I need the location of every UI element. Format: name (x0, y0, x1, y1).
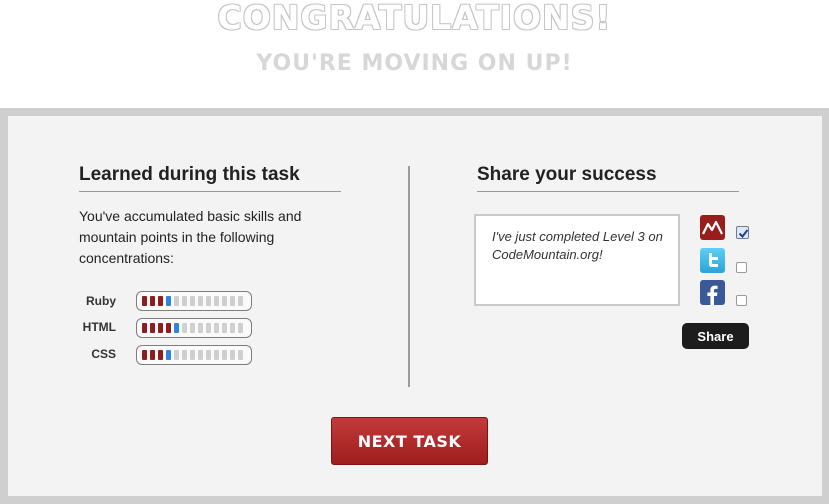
progress-segment (166, 350, 171, 360)
progress-segment (206, 296, 211, 306)
progress-segment (238, 350, 243, 360)
progress-segment (174, 350, 179, 360)
codemountain-checkbox[interactable] (736, 226, 749, 239)
progress-segment (150, 296, 155, 306)
progress-segment (142, 350, 147, 360)
skill-label-ruby: Ruby (86, 294, 116, 308)
progress-segment (214, 296, 219, 306)
skill-label-html: HTML (82, 320, 116, 334)
progress-segment (198, 350, 203, 360)
progress-segment (158, 296, 163, 306)
twitter-checkbox[interactable] (736, 262, 747, 273)
progress-segment (198, 323, 203, 333)
learned-heading: Learned during this task (79, 164, 300, 185)
share-message-box[interactable]: I've just completed Level 3 on CodeMount… (474, 214, 680, 306)
facebook-icon[interactable] (700, 280, 725, 305)
progress-segment (158, 350, 163, 360)
skill-meter-ruby (136, 291, 252, 311)
learned-heading-rule (79, 191, 341, 192)
progress-segment (198, 296, 203, 306)
progress-segment (166, 296, 171, 306)
progress-segment (150, 350, 155, 360)
progress-segment (230, 323, 235, 333)
skill-label-css: CSS (91, 347, 116, 361)
progress-segment (190, 296, 195, 306)
share-button[interactable]: Share (682, 323, 749, 349)
progress-segment (238, 323, 243, 333)
progress-segment (166, 323, 171, 333)
progress-segment (182, 296, 187, 306)
progress-segment (222, 323, 227, 333)
facebook-checkbox[interactable] (736, 295, 747, 306)
next-task-button[interactable]: NEXT TASK (331, 417, 488, 465)
progress-segment (206, 350, 211, 360)
twitter-icon[interactable] (700, 248, 725, 273)
progress-segment (158, 323, 163, 333)
progress-segment (214, 323, 219, 333)
progress-segment (222, 350, 227, 360)
progress-segment (190, 323, 195, 333)
hero-header: CONGRATULATIONS! YOU'RE MOVING ON UP! (0, 0, 829, 108)
column-divider (408, 166, 410, 387)
result-frame: Learned during this task You've accumula… (0, 108, 829, 504)
progress-segment (222, 296, 227, 306)
progress-segment (230, 350, 235, 360)
progress-segment (174, 296, 179, 306)
progress-segment (142, 323, 147, 333)
codemountain-icon[interactable] (700, 215, 725, 240)
progress-segment (174, 323, 179, 333)
share-heading: Share your success (477, 164, 657, 185)
share-heading-rule (477, 191, 739, 192)
skill-meter-html (136, 318, 252, 338)
progress-segment (190, 350, 195, 360)
skill-meter-css (136, 345, 252, 365)
progress-segment (182, 323, 187, 333)
congrats-subtitle: YOU'RE MOVING ON UP! (256, 51, 573, 76)
result-card: Learned during this task You've accumula… (8, 116, 822, 496)
progress-segment (182, 350, 187, 360)
learned-description: You've accumulated basic skills and moun… (79, 208, 302, 266)
checkmark-icon (738, 229, 749, 239)
progress-segment (142, 296, 147, 306)
congrats-title: CONGRATULATIONS! (217, 0, 612, 37)
congrats-page: CONGRATULATIONS! YOU'RE MOVING ON UP! Le… (0, 0, 829, 504)
progress-segment (214, 350, 219, 360)
share-message-text: I've just completed Level 3 on CodeMount… (492, 229, 663, 262)
progress-segment (206, 323, 211, 333)
progress-segment (230, 296, 235, 306)
progress-segment (150, 323, 155, 333)
progress-segment (238, 296, 243, 306)
